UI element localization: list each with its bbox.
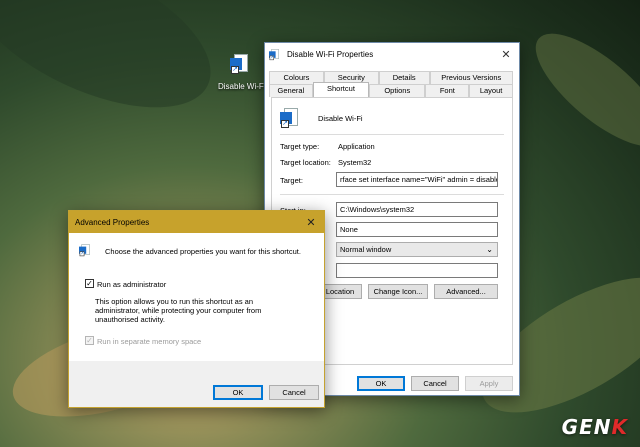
separate-memory-checkbox[interactable]: ✓ [85, 336, 94, 345]
close-icon[interactable]: ✕ [298, 211, 324, 233]
target-location-value: System32 [338, 158, 372, 167]
comment-input[interactable] [336, 263, 498, 278]
apply-button[interactable]: Apply [465, 376, 513, 391]
run-select-value: Normal window [340, 245, 392, 254]
tab-row-bottom: General Shortcut Options Font Layout [269, 82, 513, 97]
target-type-value: Application [338, 142, 375, 151]
checkbox-check-icon: ✓ [86, 279, 93, 288]
shortcut-key-input[interactable]: None [336, 222, 498, 237]
shortcut-name: Disable Wi-Fi [318, 114, 363, 123]
separate-memory-label: Run in separate memory space [97, 337, 202, 346]
ok-button[interactable]: OK [357, 376, 405, 391]
shield-icon: ↗ [79, 243, 93, 257]
start-in-input[interactable]: C:\Windows\system32 [336, 202, 498, 217]
run-as-admin-label[interactable]: Run as administrator [97, 280, 166, 289]
chevron-down-icon: ⌄ [486, 245, 493, 254]
cancel-button[interactable]: Cancel [411, 376, 459, 391]
desktop-shortcut[interactable]: ↗ Disable Wi-Fi [218, 52, 266, 91]
target-label: Target: [280, 176, 303, 185]
advanced-ok-button[interactable]: OK [213, 385, 263, 400]
background-leaf [519, 15, 640, 165]
tab-font[interactable]: Font [425, 84, 470, 97]
close-icon[interactable]: ✕ [493, 43, 519, 65]
target-input[interactable]: rface set interface name="WiFi" admin = … [336, 172, 498, 187]
shortcut-app-icon: ↗ [280, 106, 302, 130]
tab-options[interactable]: Options [369, 84, 426, 97]
tab-layout[interactable]: Layout [469, 84, 513, 97]
properties-title: Disable Wi-Fi Properties [287, 49, 374, 59]
desktop-shortcut-label: Disable Wi-Fi [218, 82, 266, 91]
tab-shortcut[interactable]: Shortcut [312, 82, 370, 97]
advanced-button[interactable]: Advanced... [434, 284, 498, 299]
advanced-title: Advanced Properties [75, 217, 150, 227]
run-as-admin-help: This option allows you to run this short… [95, 297, 262, 324]
run-select[interactable]: Normal window ⌄ [336, 242, 498, 257]
tab-details[interactable]: Details [378, 71, 430, 84]
advanced-properties-dialog: Advanced Properties ✕ ↗ Choose the advan… [68, 210, 325, 408]
advanced-titlebar[interactable]: Advanced Properties ✕ [69, 211, 324, 233]
tab-general[interactable]: General [269, 84, 313, 97]
divider [280, 134, 504, 135]
run-as-admin-checkbox[interactable]: ✓ [85, 279, 94, 288]
change-icon-button[interactable]: Change Icon... [368, 284, 428, 299]
advanced-content: ↗ Choose the advanced properties you wan… [69, 233, 324, 361]
advanced-cancel-button[interactable]: Cancel [269, 385, 319, 400]
divider [280, 194, 504, 195]
shortcut-app-icon: ↗ [230, 52, 252, 78]
genk-watermark: GENK [561, 415, 628, 439]
tab-row-top: Colours Security Details Previous Versio… [269, 71, 513, 84]
target-location-label: Target location: [280, 158, 331, 167]
advanced-description: Choose the advanced properties you want … [105, 247, 301, 256]
properties-titlebar[interactable]: ↗ Disable Wi-Fi Properties ✕ [265, 43, 519, 65]
target-type-label: Target type: [280, 142, 320, 151]
background-leaf [0, 0, 234, 140]
tab-previous-versions[interactable]: Previous Versions [429, 71, 513, 84]
shortcut-app-icon: ↗ [269, 48, 279, 61]
checkbox-check-icon: ✓ [86, 336, 93, 345]
